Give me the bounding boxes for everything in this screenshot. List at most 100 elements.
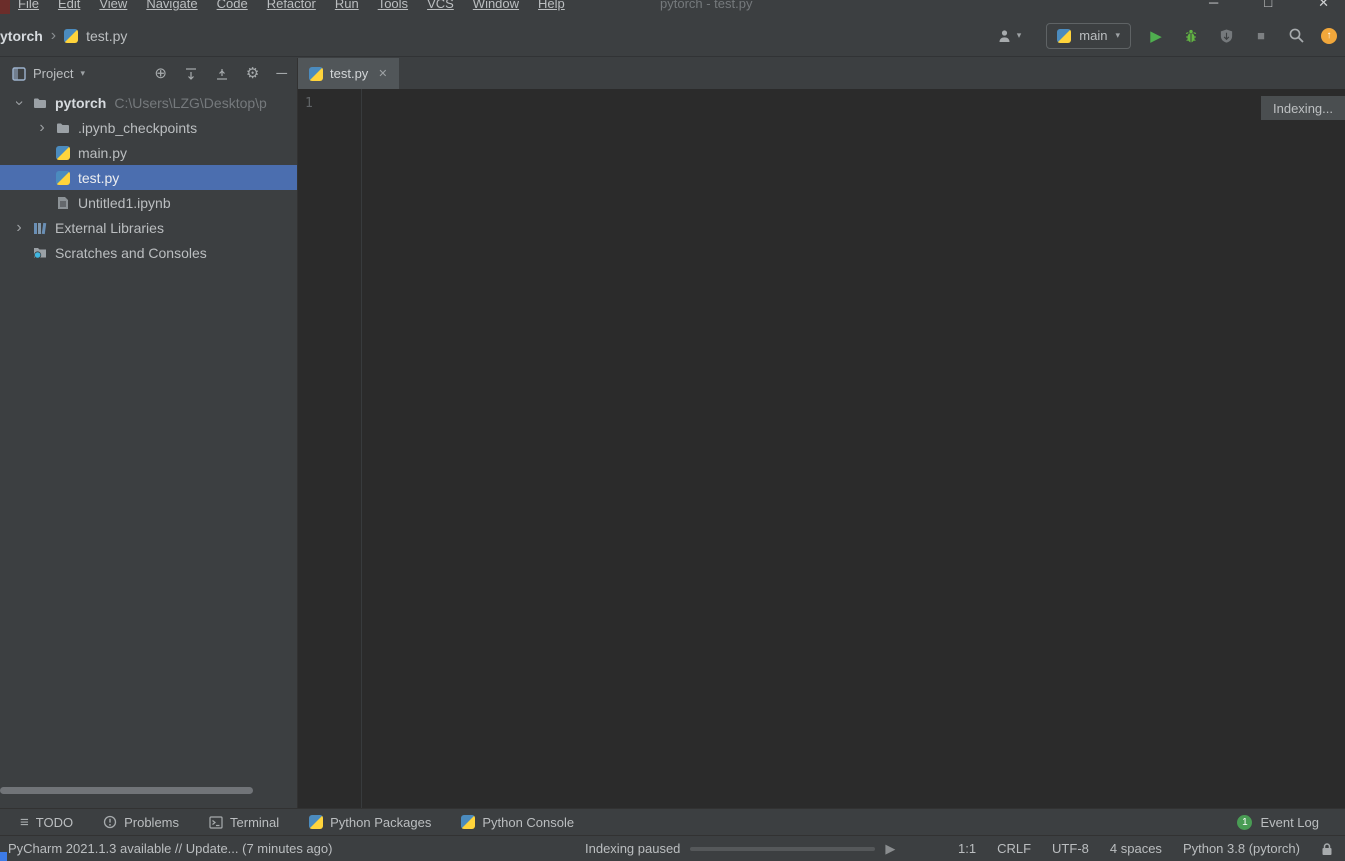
bug-icon bbox=[1185, 29, 1197, 42]
menu-code[interactable]: Code bbox=[217, 0, 248, 11]
breadcrumb-chevron-icon: › bbox=[50, 26, 57, 44]
collapse-all-icon[interactable] bbox=[215, 67, 229, 81]
python-interpreter[interactable]: Python 3.8 (pytorch) bbox=[1183, 841, 1300, 856]
line-number: 1 bbox=[305, 96, 313, 111]
chevron-right-icon[interactable]: › bbox=[8, 219, 30, 236]
run-configuration-name: main bbox=[1079, 28, 1108, 43]
toolwindow-todo[interactable]: ≡ TODO bbox=[20, 815, 73, 830]
libraries-icon bbox=[34, 222, 47, 234]
tree-item-label: test.py bbox=[78, 169, 120, 186]
menu-refactor[interactable]: Refactor bbox=[267, 0, 316, 11]
editor-body: 1 Indexing... bbox=[298, 89, 1345, 808]
hide-panel-icon[interactable]: ─ bbox=[276, 66, 287, 81]
tree-item-external-libraries[interactable]: › External Libraries bbox=[0, 215, 297, 240]
python-logo-icon bbox=[1057, 28, 1072, 43]
indent-setting[interactable]: 4 spaces bbox=[1110, 841, 1162, 856]
menu-edit[interactable]: Edit bbox=[58, 0, 80, 11]
expand-all-icon[interactable] bbox=[184, 67, 198, 81]
chevron-down-icon[interactable]: ▾ bbox=[80, 68, 85, 79]
menu-navigate[interactable]: Navigate bbox=[146, 0, 197, 11]
tree-item-pytorch[interactable]: › pytorch C:\Users\LZG\Desktop\p bbox=[0, 90, 297, 115]
maximize-icon[interactable]: □ bbox=[1264, 0, 1272, 11]
toolwindow-event-log[interactable]: 1 Event Log bbox=[1237, 814, 1319, 830]
debug-button[interactable] bbox=[1181, 25, 1201, 47]
project-toolwindow-icon bbox=[12, 66, 26, 81]
code-editor[interactable] bbox=[363, 89, 1345, 808]
status-bar: PyCharm 2021.1.3 available // Update... … bbox=[0, 835, 1345, 861]
caret-position[interactable]: 1:1 bbox=[958, 841, 976, 856]
tree-item-ipynb-checkpoints[interactable]: › .ipynb_checkpoints bbox=[0, 115, 297, 140]
tree-item-test-py[interactable]: test.py bbox=[0, 165, 297, 190]
search-icon bbox=[1289, 28, 1304, 43]
breadcrumb-file[interactable]: test.py bbox=[86, 28, 127, 44]
toolwindow-label: Event Log bbox=[1260, 814, 1319, 830]
close-icon[interactable]: ✕ bbox=[1318, 0, 1329, 11]
taskbar-fragment bbox=[0, 852, 7, 861]
toolwindow-label: Python Console bbox=[482, 814, 575, 830]
tree-item-label: pytorch bbox=[55, 94, 107, 111]
tree-item-main-py[interactable]: main.py bbox=[0, 140, 297, 165]
menu-view[interactable]: View bbox=[99, 0, 127, 11]
menu-file[interactable]: File bbox=[18, 0, 39, 11]
window-title: pytorch - test.py bbox=[660, 0, 753, 11]
horizontal-scrollbar[interactable] bbox=[0, 787, 253, 794]
tree-item-untitled1-ipynb[interactable]: Untitled1.ipynb bbox=[0, 190, 297, 215]
python-logo-icon bbox=[309, 815, 324, 829]
problems-icon bbox=[103, 815, 117, 829]
progress-bar bbox=[690, 846, 876, 851]
chevron-down-icon: ▾ bbox=[1016, 30, 1022, 40]
update-message[interactable]: PyCharm 2021.1.3 available // Update... … bbox=[0, 841, 332, 856]
run-button[interactable]: ▶ bbox=[1146, 25, 1166, 47]
toolwindow-label: TODO bbox=[35, 814, 74, 830]
window-controls: ─ □ ✕ bbox=[1209, 0, 1329, 11]
menu-window[interactable]: Window bbox=[473, 0, 519, 11]
minimize-icon[interactable]: ─ bbox=[1209, 0, 1218, 11]
terminal-icon bbox=[209, 815, 223, 829]
toolwindow-problems[interactable]: Problems bbox=[103, 815, 179, 830]
tree-item-scratches-consoles[interactable]: Scratches and Consoles bbox=[0, 240, 297, 265]
tree-item-label: External Libraries bbox=[55, 219, 164, 236]
tree-item-label: .ipynb_checkpoints bbox=[78, 119, 198, 136]
project-panel-title[interactable]: Project bbox=[33, 66, 73, 81]
pycharm-window: File Edit View Navigate Code Refactor Ru… bbox=[0, 0, 1345, 861]
toolwindow-terminal[interactable]: Terminal bbox=[209, 815, 279, 830]
menu-run[interactable]: Run bbox=[335, 0, 359, 11]
lock-icon[interactable] bbox=[1321, 842, 1333, 856]
breadcrumb-project[interactable]: ytorch bbox=[0, 28, 43, 44]
folder-icon bbox=[34, 98, 46, 108]
menu-help[interactable]: Help bbox=[538, 0, 565, 11]
file-encoding[interactable]: UTF-8 bbox=[1052, 841, 1089, 856]
search-everywhere-button[interactable] bbox=[1286, 25, 1306, 47]
python-file-icon bbox=[56, 170, 70, 185]
close-tab-icon[interactable]: ✕ bbox=[378, 67, 387, 80]
toolwindow-label: Terminal bbox=[230, 814, 280, 830]
menu-tools[interactable]: Tools bbox=[378, 0, 408, 11]
app-icon bbox=[0, 0, 10, 14]
update-available-icon[interactable]: ↑ bbox=[1321, 27, 1337, 44]
project-panel-header: Project ▾ ⊕ ⚙ ─ bbox=[0, 58, 297, 89]
coverage-button[interactable] bbox=[1216, 25, 1236, 47]
toolwindow-python-packages[interactable]: Python Packages bbox=[309, 815, 431, 830]
chevron-down-icon[interactable]: › bbox=[11, 92, 28, 114]
toolwindow-label: Problems bbox=[124, 814, 180, 830]
locate-file-icon[interactable]: ⊕ bbox=[154, 66, 167, 81]
resume-indexing-icon[interactable]: ▶ bbox=[885, 841, 895, 857]
tab-test-py[interactable]: test.py ✕ bbox=[298, 58, 399, 89]
toolwindow-python-console[interactable]: Python Console bbox=[461, 815, 574, 830]
chevron-right-icon[interactable]: › bbox=[31, 119, 53, 136]
indexing-status-chip: Indexing... bbox=[1261, 96, 1345, 120]
stop-button[interactable]: ■ bbox=[1251, 25, 1271, 47]
users-button[interactable]: ▾ bbox=[998, 29, 1022, 43]
indexing-progress: Indexing paused ▶ bbox=[585, 841, 895, 857]
chevron-down-icon: ▾ bbox=[1115, 30, 1120, 40]
project-tree: › pytorch C:\Users\LZG\Desktop\p › .ipyn… bbox=[0, 90, 297, 265]
status-widgets: 1:1 CRLF UTF-8 4 spaces Python 3.8 (pyto… bbox=[958, 841, 1345, 856]
run-configuration-select[interactable]: main ▾ bbox=[1046, 22, 1131, 49]
editor-gutter[interactable]: 1 bbox=[298, 89, 362, 808]
gear-icon[interactable]: ⚙ bbox=[246, 66, 259, 81]
menu-vcs[interactable]: VCS bbox=[427, 0, 454, 11]
tree-item-label: Scratches and Consoles bbox=[55, 244, 207, 261]
users-icon bbox=[999, 29, 1010, 42]
line-separator[interactable]: CRLF bbox=[997, 841, 1031, 856]
project-tool-window: Project ▾ ⊕ ⚙ ─ › pytorch C:\Users\LZG\D… bbox=[0, 58, 298, 808]
